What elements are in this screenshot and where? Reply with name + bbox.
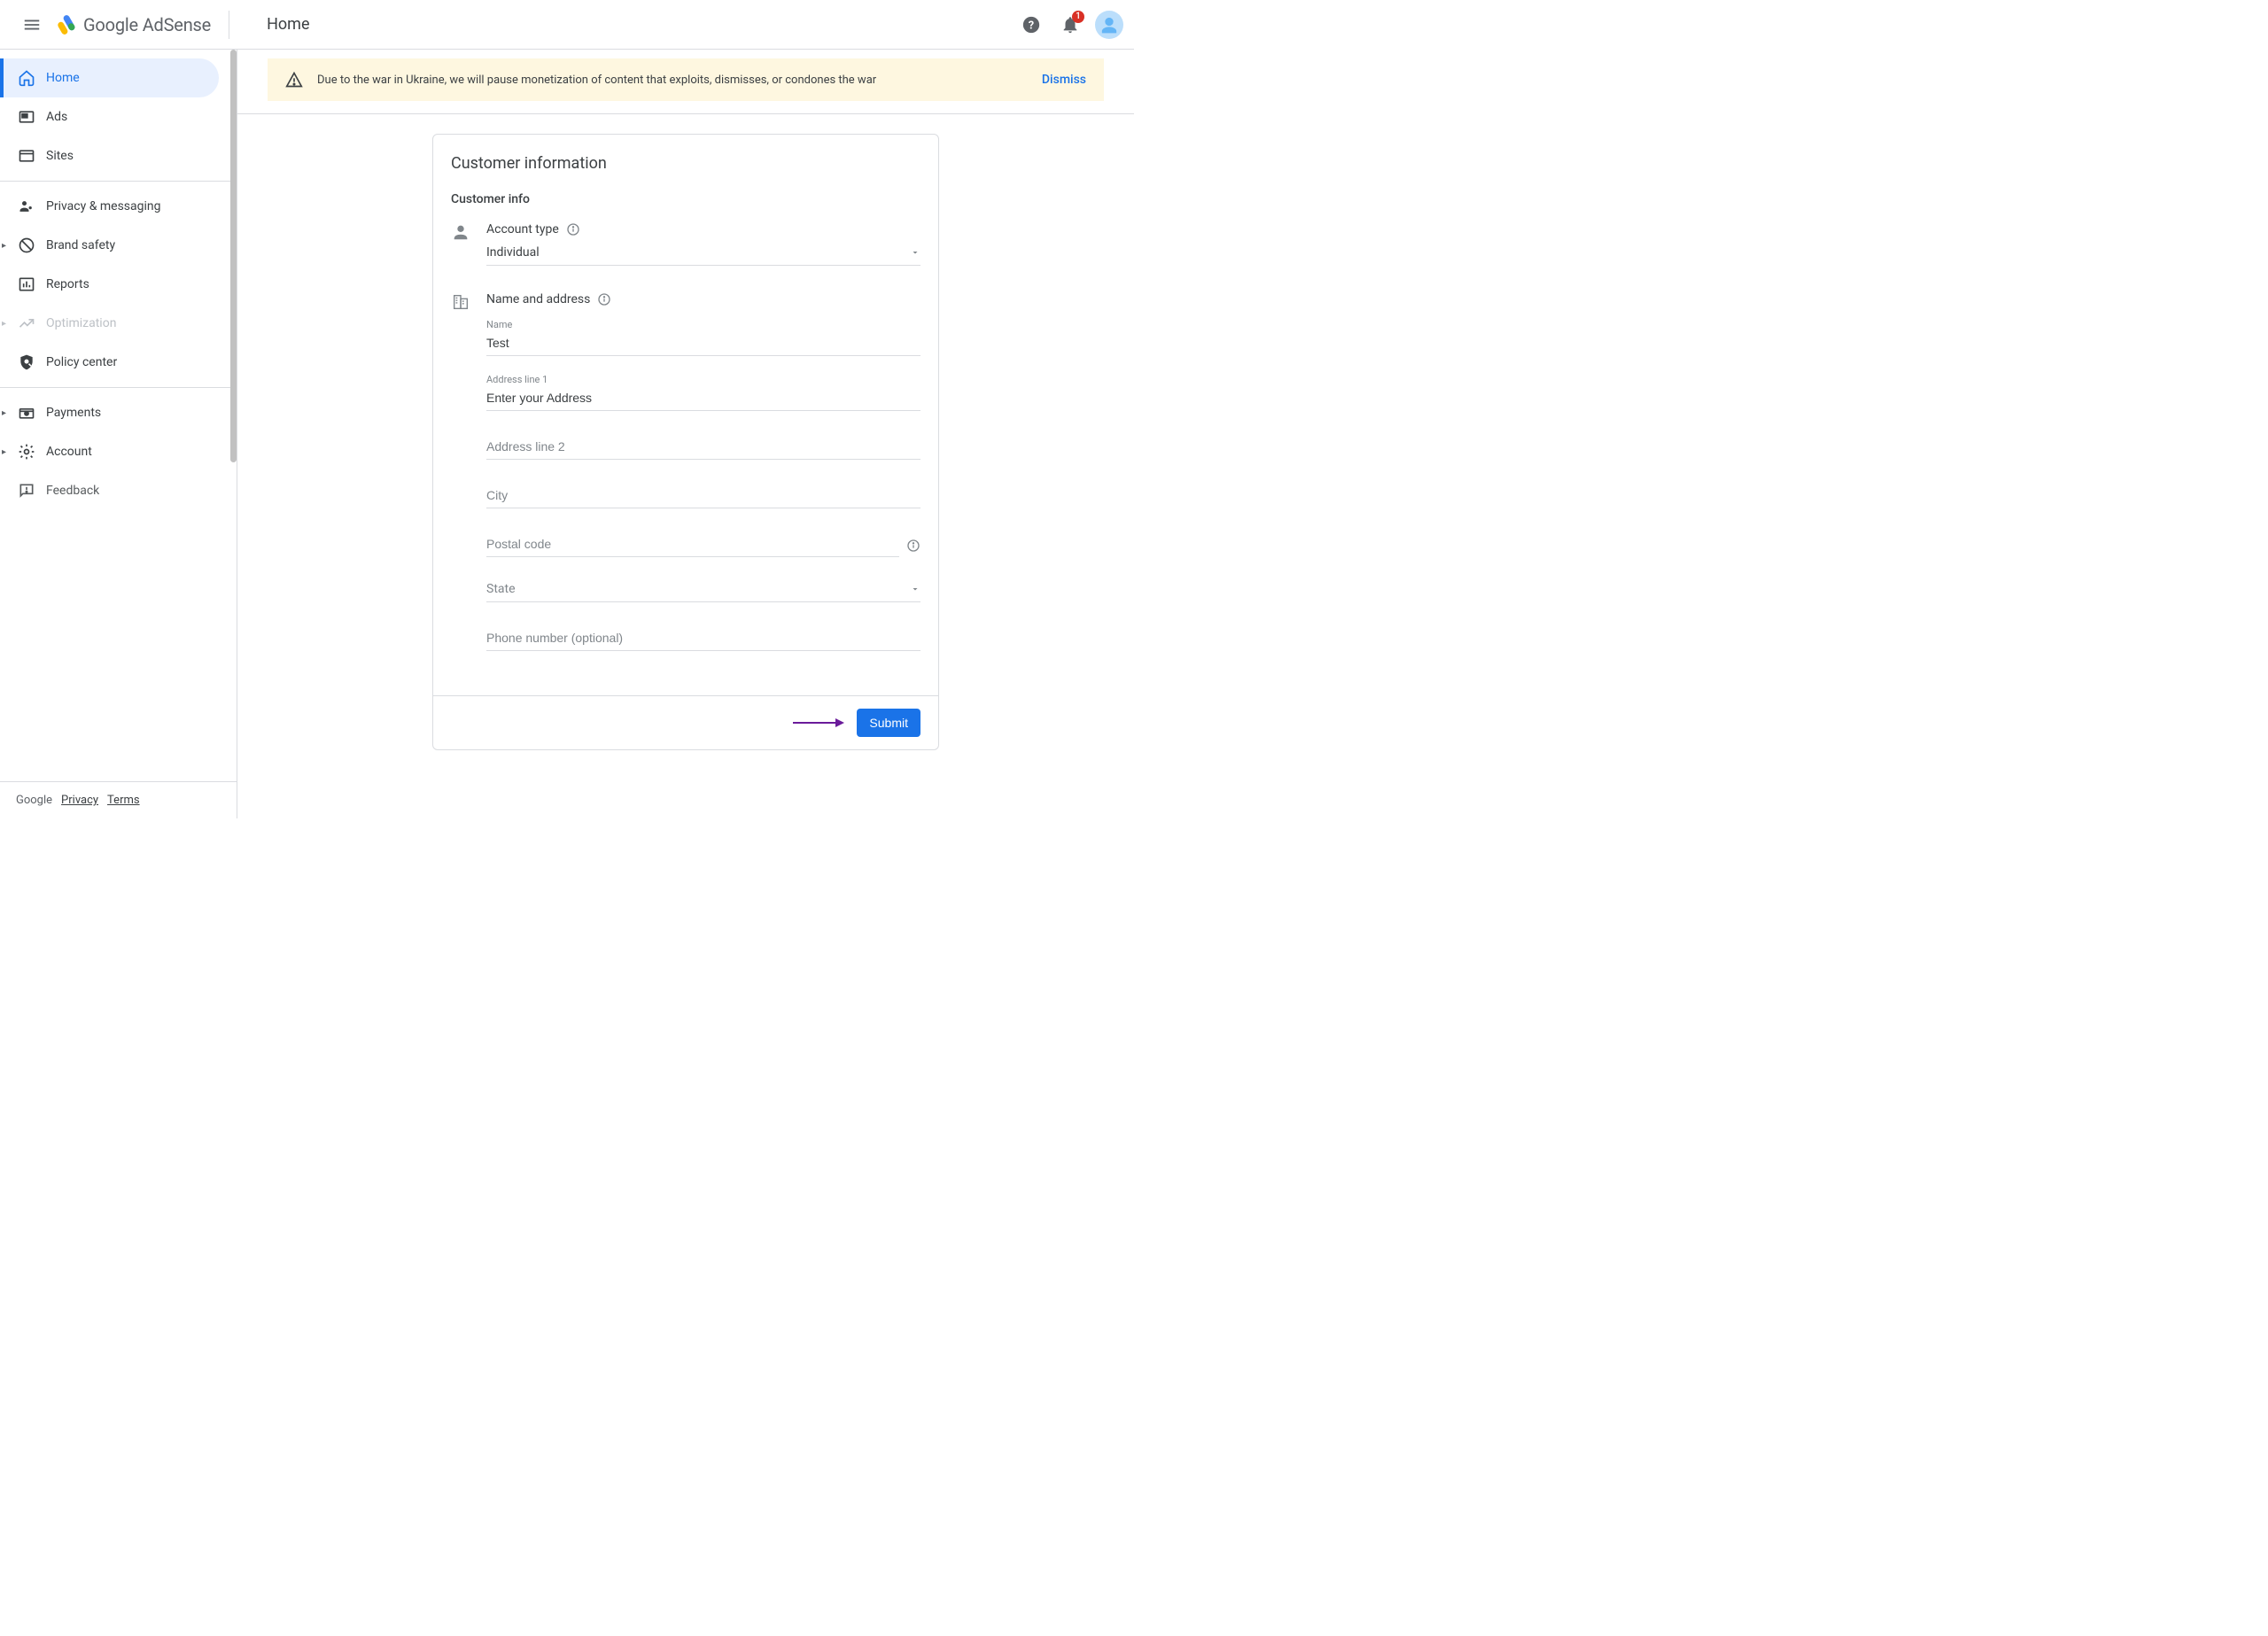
sidebar-item-label: Home bbox=[46, 71, 80, 85]
adsense-logo[interactable]: Google AdSense bbox=[53, 11, 229, 39]
chevron-right-icon: ▸ bbox=[2, 319, 6, 329]
chevron-right-icon: ▸ bbox=[2, 447, 6, 457]
sidebar-item-label: Sites bbox=[46, 149, 74, 163]
gear-icon bbox=[18, 443, 35, 461]
ads-icon bbox=[18, 108, 35, 126]
dropdown-icon bbox=[910, 584, 920, 594]
account-type-value: Individual bbox=[486, 245, 540, 260]
sidebar-item-label: Account bbox=[46, 445, 92, 459]
footer-terms-link[interactable]: Terms bbox=[107, 794, 140, 807]
card-title: Customer information bbox=[451, 154, 920, 173]
logo-text: Google AdSense bbox=[83, 14, 211, 35]
sidebar-item-privacy[interactable]: Privacy & messaging bbox=[0, 187, 237, 226]
hamburger-menu[interactable] bbox=[11, 4, 53, 46]
user-avatar[interactable] bbox=[1095, 11, 1123, 39]
chevron-right-icon: ▸ bbox=[2, 241, 6, 251]
svg-text:?: ? bbox=[1029, 19, 1034, 32]
block-icon bbox=[18, 236, 35, 254]
notification-badge: 1 bbox=[1072, 11, 1084, 23]
city-input[interactable] bbox=[486, 485, 920, 508]
card-subtitle: Customer info bbox=[451, 192, 920, 206]
sidebar-footer: Google Privacy Terms bbox=[0, 781, 237, 818]
card-footer: Submit bbox=[433, 695, 938, 749]
sidebar: Home Ads Sites Privacy & messaging ▸ bbox=[0, 50, 237, 818]
building-icon bbox=[451, 292, 470, 312]
name-address-label: Name and address bbox=[486, 292, 590, 306]
customer-info-card: Customer information Customer info Accou… bbox=[432, 134, 939, 750]
sidebar-item-label: Reports bbox=[46, 277, 89, 291]
sidebar-item-brand-safety[interactable]: ▸ Brand safety bbox=[0, 226, 237, 265]
address2-input[interactable] bbox=[486, 436, 920, 460]
info-icon[interactable] bbox=[906, 539, 920, 553]
main-content: Due to the war in Ukraine, we will pause… bbox=[237, 50, 1134, 818]
avatar-icon bbox=[1097, 12, 1122, 37]
notification-banner: Due to the war in Ukraine, we will pause… bbox=[268, 58, 1104, 101]
dismiss-button[interactable]: Dismiss bbox=[1042, 73, 1086, 87]
sidebar-item-ads[interactable]: Ads bbox=[0, 97, 237, 136]
postal-code-input[interactable] bbox=[486, 533, 899, 557]
info-icon[interactable] bbox=[597, 292, 611, 306]
footer-privacy-link[interactable]: Privacy bbox=[61, 794, 98, 807]
sidebar-item-home[interactable]: Home bbox=[0, 58, 219, 97]
sidebar-item-label: Privacy & messaging bbox=[46, 199, 161, 213]
feedback-icon bbox=[18, 482, 35, 500]
state-select[interactable]: State bbox=[486, 582, 920, 602]
footer-google: Google bbox=[16, 794, 52, 807]
policy-icon bbox=[18, 353, 35, 371]
sidebar-item-label: Feedback bbox=[46, 484, 99, 498]
sidebar-item-reports[interactable]: Reports bbox=[0, 265, 237, 304]
name-label: Name bbox=[486, 319, 920, 330]
hamburger-icon bbox=[22, 15, 42, 35]
adsense-logo-icon bbox=[53, 12, 78, 37]
sidebar-item-label: Payments bbox=[46, 406, 101, 420]
sidebar-item-optimization[interactable]: ▸ Optimization bbox=[0, 304, 237, 343]
sites-icon bbox=[18, 147, 35, 165]
sidebar-item-label: Ads bbox=[46, 110, 67, 124]
payments-icon bbox=[18, 404, 35, 422]
dropdown-icon bbox=[910, 247, 920, 258]
person-icon bbox=[451, 222, 470, 242]
page-title: Home bbox=[267, 15, 309, 34]
chevron-right-icon: ▸ bbox=[2, 408, 6, 418]
help-icon: ? bbox=[1021, 15, 1041, 35]
name-input[interactable] bbox=[486, 332, 920, 356]
address1-label: Address line 1 bbox=[486, 374, 920, 385]
help-button[interactable]: ? bbox=[1014, 7, 1049, 43]
info-icon[interactable] bbox=[566, 222, 580, 236]
warning-icon bbox=[285, 71, 303, 89]
submit-button[interactable]: Submit bbox=[857, 709, 920, 737]
privacy-icon bbox=[18, 198, 35, 215]
phone-input[interactable] bbox=[486, 627, 920, 651]
banner-text: Due to the war in Ukraine, we will pause… bbox=[317, 74, 876, 87]
account-type-select[interactable]: Individual bbox=[486, 245, 920, 266]
sidebar-item-label: Policy center bbox=[46, 355, 117, 369]
trending-icon bbox=[18, 314, 35, 332]
home-icon bbox=[18, 69, 35, 87]
account-type-label: Account type bbox=[486, 222, 559, 236]
header: Google AdSense Home ? 1 bbox=[0, 0, 1134, 50]
sidebar-item-label: Optimization bbox=[46, 316, 116, 330]
sidebar-item-account[interactable]: ▸ Account bbox=[0, 432, 237, 471]
annotation-arrow bbox=[791, 716, 844, 730]
sidebar-item-feedback[interactable]: Feedback bbox=[0, 471, 237, 510]
address1-input[interactable] bbox=[486, 387, 920, 411]
state-placeholder: State bbox=[486, 582, 516, 596]
sidebar-item-sites[interactable]: Sites bbox=[0, 136, 237, 175]
sidebar-item-policy[interactable]: Policy center bbox=[0, 343, 237, 382]
reports-icon bbox=[18, 275, 35, 293]
notifications-button[interactable]: 1 bbox=[1052, 7, 1088, 43]
sidebar-item-payments[interactable]: ▸ Payments bbox=[0, 393, 237, 432]
sidebar-item-label: Brand safety bbox=[46, 238, 115, 252]
